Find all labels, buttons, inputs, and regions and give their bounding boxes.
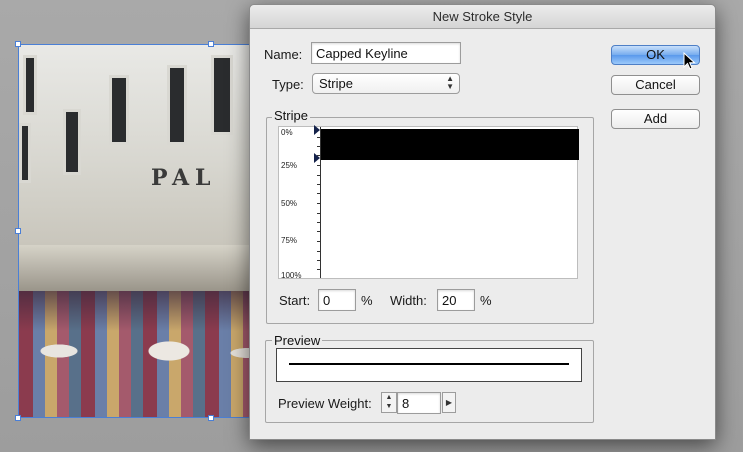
selection-handle-top-left[interactable] [15,41,21,47]
ruler-label-75: 75% [281,236,298,245]
preview-weight-label: Preview Weight: [278,396,372,411]
stripe-end-marker-icon[interactable] [314,153,320,163]
ruler-label-0: 0% [281,128,293,137]
preview-group-title: Preview [272,333,323,348]
name-input[interactable] [311,42,461,64]
ruler-label-25: 25% [281,161,298,170]
preview-weight-input[interactable] [397,392,441,414]
dialog-title[interactable]: New Stroke Style [250,5,715,29]
mouse-pointer-icon [683,52,696,70]
selection-handle-bottom-middle[interactable] [208,415,214,421]
selection-handle-bottom-left[interactable] [15,415,21,421]
stripe-group-title: Stripe [272,108,310,123]
stripe-editor[interactable]: 0% 25% 50% 75% 100% [278,125,579,280]
selection-handle-middle-left[interactable] [15,228,21,234]
name-label: Name: [264,47,303,62]
ruler-label-100: 100% [281,271,302,280]
width-unit: % [480,293,492,308]
stepper-arrows-icon[interactable]: ▲ ▼ [381,392,397,413]
photo-masks [19,291,257,417]
add-button[interactable]: Add [611,109,700,129]
width-label: Width: [390,293,427,308]
type-label: Type: [272,77,304,92]
start-label: Start: [279,293,311,308]
photo-awning [19,245,257,291]
type-select[interactable]: Stripe ▲ ▼ [312,73,460,94]
stripe-ruler: 0% 25% 50% 75% 100% [279,127,321,280]
placed-photo[interactable]: PAL [18,44,258,418]
cancel-button[interactable]: Cancel [611,75,700,95]
photo-sign-text: PAL [151,165,217,191]
ruler-label-50: 50% [281,199,298,208]
photo-building: PAL [19,45,257,245]
stripe-band[interactable] [321,129,579,160]
preview-stroke-line [289,363,569,365]
selection-handle-top-middle[interactable] [208,41,214,47]
stroke-preview [276,348,582,382]
type-select-value: Stripe [319,76,353,91]
width-input[interactable] [437,289,475,311]
stripe-start-marker-icon[interactable] [314,125,320,135]
up-down-arrows-icon: ▲ ▼ [446,74,454,91]
start-input[interactable] [318,289,356,311]
start-unit: % [361,293,373,308]
right-arrow-icon[interactable]: ▶ [442,392,456,413]
